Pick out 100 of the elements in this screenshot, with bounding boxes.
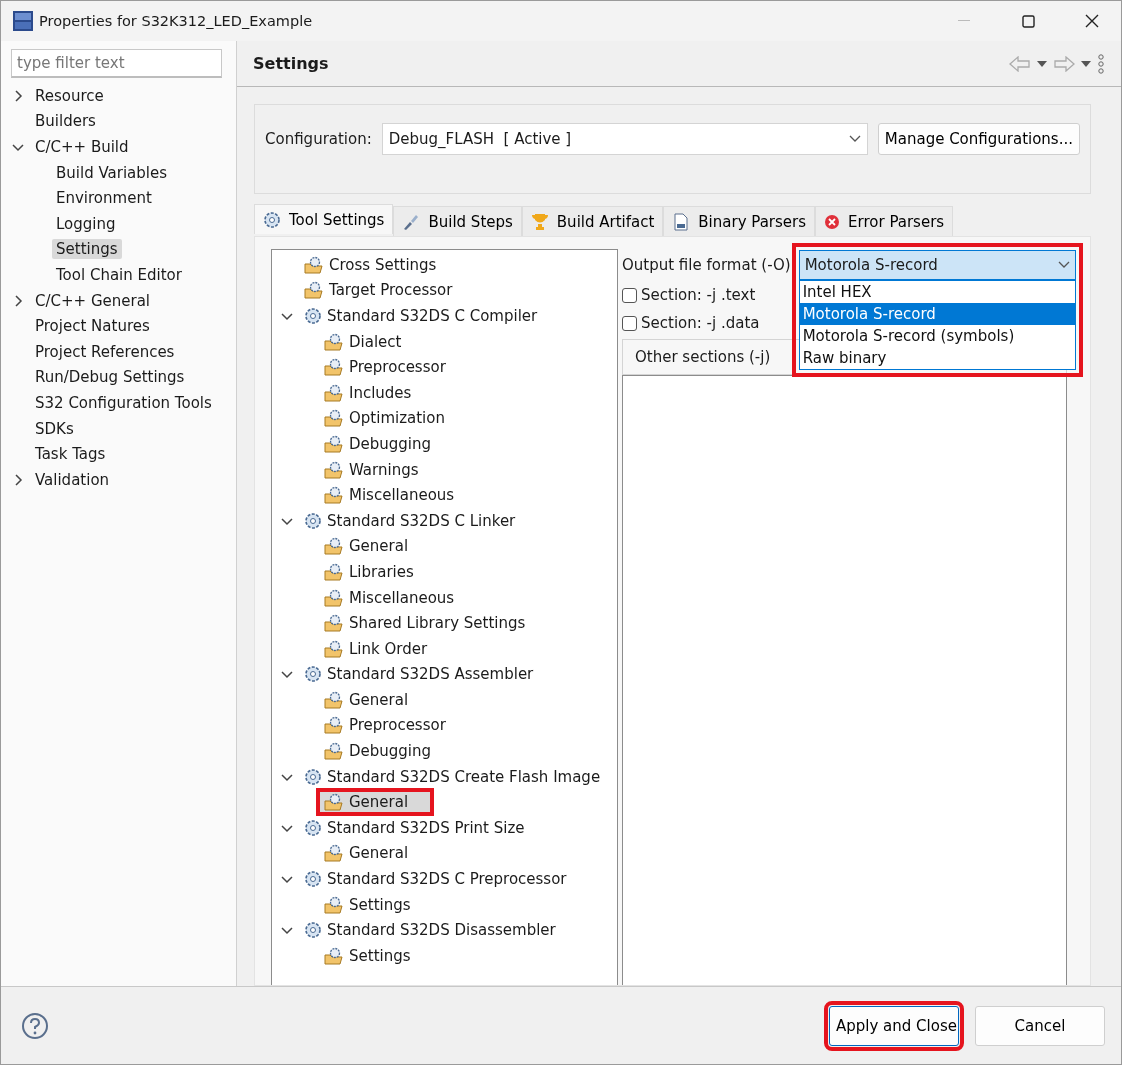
gear-icon	[304, 665, 322, 684]
tab[interactable]: Tool Settings	[254, 204, 394, 234]
gear-icon	[304, 870, 322, 889]
tree-item[interactable]: General	[320, 843, 413, 864]
more-icon[interactable]	[1097, 53, 1105, 74]
folder-gear-icon	[324, 460, 344, 479]
tree-item[interactable]: Link Order	[320, 638, 432, 659]
tree-item[interactable]: General	[320, 536, 413, 557]
tree-item[interactable]: Preprocessor	[320, 715, 450, 736]
tree-item[interactable]: Preprocessor	[320, 357, 450, 378]
sidebar-item[interactable]: Project Natures	[31, 316, 154, 337]
tree-item[interactable]: Dialect	[320, 331, 406, 352]
tab[interactable]: Error Parsers	[815, 206, 954, 236]
folder-gear-icon	[324, 895, 344, 914]
sidebar-item[interactable]: Settings	[52, 239, 122, 260]
tree-item[interactable]: Settings	[320, 894, 415, 915]
tree-item[interactable]: Cross Settings	[300, 254, 441, 275]
sidebar-item[interactable]: Run/Debug Settings	[31, 367, 189, 388]
output-format-dropdown[interactable]: Motorola S-record	[798, 250, 1076, 280]
tree-item[interactable]: Standard S32DS Disassembler	[300, 920, 560, 941]
sidebar-item[interactable]: Resource	[31, 85, 108, 106]
sidebar-item[interactable]: Build Variables	[52, 162, 171, 183]
tree-item[interactable]: Debugging	[320, 741, 436, 762]
tree-item[interactable]: Target Processor	[300, 280, 457, 301]
close-icon	[1085, 14, 1099, 28]
sidebar-item[interactable]: C/C++ General	[31, 290, 155, 311]
folder-gear-icon	[324, 383, 344, 402]
document-icon	[672, 212, 691, 231]
sidebar-item[interactable]: SDKs	[31, 418, 78, 439]
sidebar-item[interactable]: Validation	[31, 469, 114, 490]
manage-configurations-button[interactable]: Manage Configurations...	[877, 123, 1080, 155]
gear-icon	[304, 511, 322, 530]
tree-item[interactable]: Standard S32DS C Compiler	[300, 306, 542, 326]
folder-gear-icon	[324, 434, 344, 453]
dropdown-option[interactable]: Motorola S-record	[799, 303, 1075, 325]
tab[interactable]: Build Artifact	[521, 206, 664, 236]
folder-gear-icon	[324, 358, 344, 377]
tree-item[interactable]: Standard S32DS C Linker	[300, 510, 520, 531]
tree-item[interactable]: Standard S32DS Assembler	[300, 664, 538, 685]
tree-item[interactable]: Miscellaneous	[320, 485, 459, 506]
dropdown-caret-icon[interactable]	[1081, 60, 1091, 67]
filter-field[interactable]: type filter text	[11, 49, 222, 78]
gear-icon	[304, 818, 322, 837]
tree-item[interactable]: Standard S32DS Print Size	[300, 817, 529, 838]
folder-gear-icon	[324, 690, 344, 709]
sidebar-item[interactable]: Tool Chain Editor	[52, 264, 186, 285]
sidebar-item[interactable]: Environment	[52, 188, 156, 209]
tree-item[interactable]: Miscellaneous	[320, 587, 459, 608]
sidebar-item[interactable]: C/C++ Build	[31, 137, 133, 157]
tree-item[interactable]: Shared Library Settings	[320, 613, 530, 634]
tree-item[interactable]: Standard S32DS Create Flash Image	[300, 766, 605, 787]
tree-item[interactable]: General	[320, 689, 413, 710]
gear-icon	[263, 210, 281, 229]
folder-gear-icon	[324, 793, 344, 812]
folder-gear-icon	[324, 486, 344, 505]
dropdown-caret-icon[interactable]	[1037, 60, 1047, 67]
maximize-icon	[1021, 14, 1035, 28]
tab[interactable]: Binary Parsers	[663, 206, 816, 236]
app-logo-icon	[13, 11, 33, 31]
tree-item[interactable]: Warnings	[320, 459, 423, 480]
window-title: Properties for S32K312_LED_Example	[39, 13, 314, 29]
folder-gear-icon	[304, 255, 324, 274]
folder-gear-icon	[324, 639, 344, 658]
tree-item[interactable]: Debugging	[320, 433, 436, 454]
help-icon[interactable]	[21, 1011, 49, 1040]
sidebar-item[interactable]: Builders	[31, 111, 100, 132]
tree-item[interactable]: Libraries	[320, 561, 418, 582]
tree-item[interactable]: Standard S32DS C Preprocessor	[300, 869, 571, 890]
folder-gear-icon	[324, 946, 344, 965]
folder-gear-icon	[324, 844, 344, 863]
folder-gear-icon	[324, 332, 344, 351]
section-checkbox[interactable]: Section: -j .text	[622, 281, 756, 309]
dialog-button[interactable]: Cancel	[975, 1005, 1105, 1046]
trophy-icon	[530, 212, 549, 231]
minimize-icon	[958, 20, 970, 22]
sidebar-item[interactable]: S32 Configuration Tools	[31, 392, 216, 413]
gear-icon	[304, 307, 322, 325]
tree-item[interactable]: Settings	[320, 945, 415, 966]
folder-gear-icon	[324, 614, 344, 633]
page-title: Settings	[253, 54, 330, 73]
folder-gear-icon	[304, 281, 324, 300]
folder-gear-icon	[324, 742, 344, 761]
sidebar-item[interactable]: Task Tags	[31, 444, 110, 465]
folder-gear-icon	[324, 562, 344, 581]
configuration-label: Configuration:	[265, 130, 372, 148]
folder-gear-icon	[324, 537, 344, 556]
section-checkbox[interactable]: Section: -j .data	[622, 309, 760, 337]
folder-gear-icon	[324, 588, 344, 607]
tree-item[interactable]: Optimization	[320, 408, 449, 429]
folder-gear-icon	[324, 716, 344, 735]
gear-icon	[304, 921, 322, 940]
gear-icon	[304, 767, 322, 786]
folder-gear-icon	[324, 409, 344, 428]
chevron-icon	[1058, 261, 1070, 269]
brush-icon	[402, 212, 421, 231]
configuration-dropdown[interactable]: Debug_FLASH [ Active ]	[381, 123, 868, 155]
sidebar-item[interactable]: Project References	[31, 341, 179, 362]
tree-item[interactable]: Includes	[320, 382, 416, 403]
sidebar-item[interactable]: Logging	[52, 213, 120, 234]
tab[interactable]: Build Steps	[393, 206, 522, 236]
